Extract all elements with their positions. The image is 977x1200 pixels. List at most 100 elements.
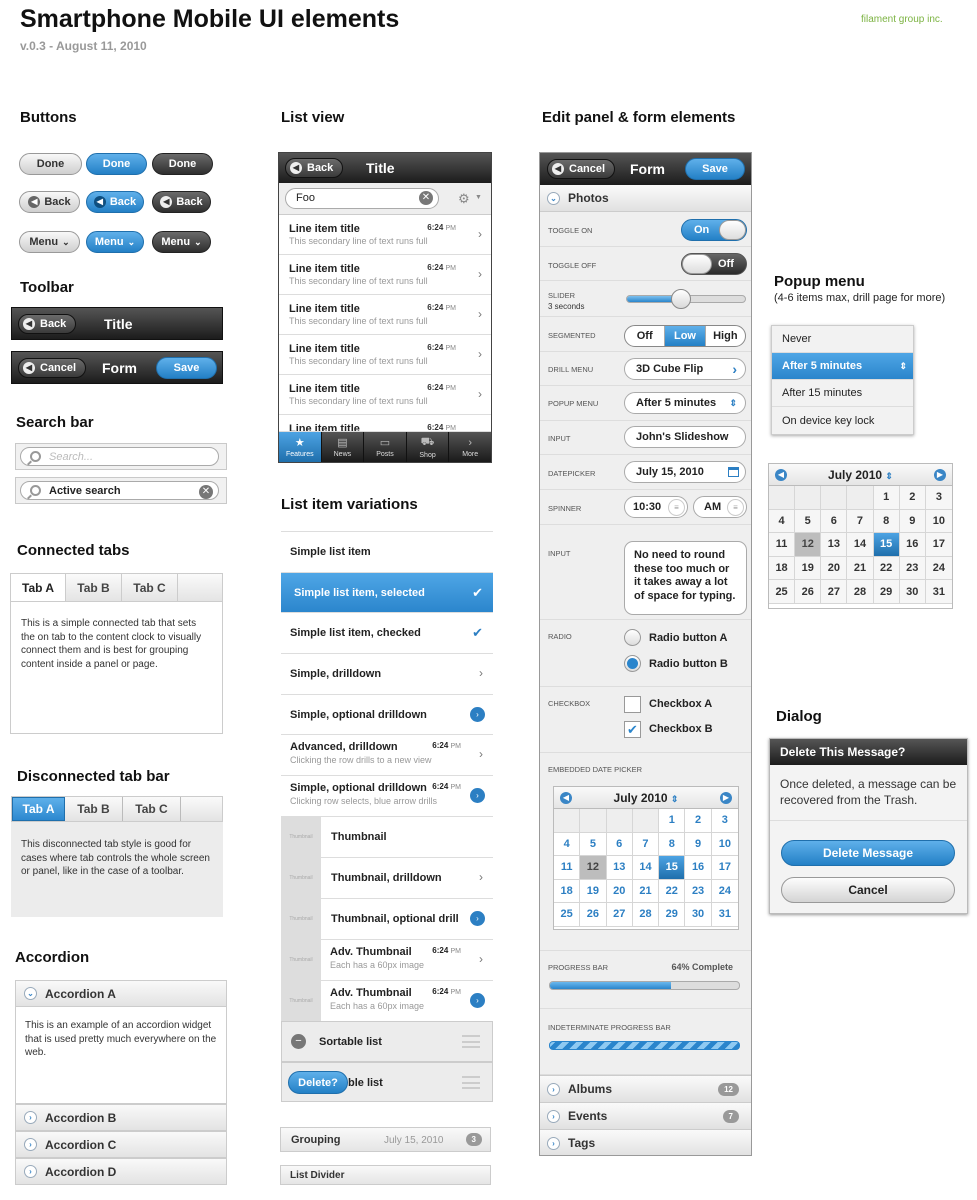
toolbar-cancel-button[interactable]: ◀ Cancel [18, 357, 87, 378]
form-save-button[interactable]: Save [685, 158, 745, 180]
calendar-day[interactable]: 5 [580, 832, 607, 856]
calendar-day[interactable]: 26 [580, 903, 607, 927]
calendar-day[interactable]: 20 [821, 556, 848, 581]
list-item[interactable]: Line item titleThis secondary line of te… [279, 255, 491, 295]
list-search-input[interactable]: Foo ✕ [285, 188, 439, 209]
calendar-day[interactable]: 6 [821, 509, 848, 534]
calendar-day[interactable]: 26 [795, 580, 822, 604]
blue-arrow-icon[interactable]: › [470, 788, 485, 803]
accordion-d-header[interactable]: › Accordion D [15, 1158, 227, 1185]
calendar-day[interactable]: 18 [554, 879, 581, 903]
clear-icon[interactable]: ✕ [419, 191, 433, 205]
tab-posts[interactable]: ▭ Posts [364, 432, 407, 462]
tab-features[interactable]: ★ Features [279, 432, 322, 462]
up-down-arrows-icon[interactable]: ⇕ [671, 794, 679, 804]
toolbar-save-button[interactable]: Save [156, 356, 217, 379]
done-button-blue[interactable]: Done [86, 153, 147, 175]
dtab-a[interactable]: Tab A [12, 797, 65, 821]
list-item-thumbnail[interactable]: Thumbnail Thumbnail [281, 816, 493, 857]
calendar-day[interactable]: 9 [899, 509, 926, 534]
prev-month-icon[interactable]: ◀ [775, 468, 787, 481]
accordion-b-header[interactable]: › Accordion B [15, 1104, 227, 1131]
calendar-day[interactable]: 27 [821, 580, 848, 604]
list-item-optional-drilldown-2[interactable]: Simple, optional drilldown Clicking row s… [281, 775, 493, 816]
calendar-day[interactable]: 28 [847, 580, 874, 604]
dtab-b[interactable]: Tab B [65, 797, 123, 821]
calendar-day[interactable]: 8 [659, 832, 686, 856]
calendar-day[interactable]: 27 [606, 903, 633, 927]
calendar-day[interactable]: 16 [899, 533, 926, 557]
popup-item-5min[interactable]: After 5 minutes ⇕ [772, 353, 913, 380]
calendar-day[interactable]: 24 [711, 879, 738, 903]
calendar-day[interactable]: 2 [899, 486, 926, 510]
tab-more[interactable]: › More [449, 432, 491, 462]
popup-item-keylock[interactable]: On device key lock [772, 407, 913, 434]
list-item-thumbnail-drilldown[interactable]: Thumbnail Thumbnail, drilldown › [281, 857, 493, 898]
calendar-day[interactable]: 13 [821, 533, 848, 557]
list-item[interactable]: Line item titleThis secondary line of te… [279, 215, 491, 255]
up-down-arrows-icon[interactable]: ⇕ [885, 471, 893, 481]
calendar-day[interactable]: 12 [580, 856, 607, 880]
photos-header[interactable]: ⌄ Photos [540, 185, 751, 212]
albums-row[interactable]: › Albums 12 [540, 1075, 751, 1102]
popup-item-never[interactable]: Never [772, 326, 913, 353]
calendar-day[interactable]: 31 [711, 903, 738, 927]
list-item-sortable[interactable]: − Sortable list [281, 1021, 493, 1062]
list-item-thumbnail-optional[interactable]: Thumbnail Thumbnail, optional drill › [281, 898, 493, 939]
calendar-day[interactable]: 15 [873, 533, 900, 557]
list-item-adv-thumbnail-2[interactable]: Thumbnail Adv. Thumbnail Each has a 60px i… [281, 980, 493, 1021]
prev-month-icon[interactable]: ◀ [560, 791, 572, 804]
tags-row[interactable]: › Tags [540, 1129, 751, 1155]
popup-menu-control[interactable]: After 5 minutes ⇕ [624, 392, 746, 414]
blue-arrow-icon[interactable]: › [470, 911, 485, 926]
calendar-day[interactable]: 1 [873, 486, 900, 510]
calendar-day[interactable]: 14 [847, 533, 874, 557]
menu-button-light[interactable]: Menu ⌄ [19, 231, 80, 253]
list-item-selected[interactable]: Simple list item, selected ✔ [281, 572, 493, 613]
textarea-input[interactable]: No need to round these too much or it ta… [624, 541, 747, 615]
calendar-day[interactable]: 16 [685, 856, 712, 880]
menu-button-dark[interactable]: Menu ⌄ [152, 231, 211, 253]
calendar-day[interactable]: 15 [659, 856, 686, 880]
back-button-blue[interactable]: ◀ Back [86, 191, 144, 213]
list-item-delete[interactable]: Delete? ble list [281, 1062, 493, 1102]
dialog-cancel-button[interactable]: Cancel [781, 877, 955, 903]
calendar-day[interactable]: 21 [847, 556, 874, 581]
spinner-handle-icon[interactable]: ≡ [668, 498, 685, 516]
calendar-day[interactable]: 13 [606, 856, 633, 880]
back-button-light[interactable]: ◀ Back [19, 191, 80, 213]
calendar-day[interactable]: 25 [554, 903, 581, 927]
segment-high[interactable]: High [706, 326, 745, 346]
calendar-day[interactable]: 28 [632, 903, 660, 927]
calendar-day[interactable]: 2 [685, 809, 712, 833]
calendar-day[interactable]: 19 [795, 556, 822, 581]
list-item-adv-thumbnail[interactable]: Thumbnail Adv. Thumbnail Each has a 60px i… [281, 939, 493, 980]
dtab-c[interactable]: Tab C [123, 797, 181, 821]
done-button-light[interactable]: Done [19, 153, 82, 175]
toolbar-back-button[interactable]: ◀ Back [18, 313, 77, 334]
spinner-handle-icon[interactable]: ≡ [727, 498, 744, 516]
minus-icon[interactable]: − [291, 1034, 306, 1049]
accordion-a-header[interactable]: ⌄ Accordion A [15, 980, 227, 1007]
drill-menu-control[interactable]: 3D Cube Flip › [624, 358, 746, 380]
calendar-day[interactable]: 11 [554, 856, 581, 880]
calendar-day[interactable]: 24 [925, 556, 952, 581]
toggle-off-switch[interactable]: Off [681, 253, 747, 275]
calendar-day[interactable]: 10 [925, 509, 952, 534]
delete-button[interactable]: Delete? [288, 1071, 348, 1094]
checkbox-b[interactable]: ✔ [624, 721, 641, 738]
calendar-day[interactable]: 11 [769, 533, 796, 557]
list-item-simple[interactable]: Simple list item [281, 531, 493, 572]
calendar-day[interactable]: 23 [685, 879, 712, 903]
calendar-day[interactable]: 25 [769, 580, 796, 604]
name-input[interactable]: John's Slideshow [624, 426, 746, 448]
calendar-day[interactable]: 1 [659, 809, 686, 833]
slider-thumb[interactable] [671, 289, 691, 309]
calendar-day[interactable]: 30 [685, 903, 712, 927]
calendar-day[interactable]: 9 [685, 832, 712, 856]
checkbox-a[interactable] [624, 696, 641, 713]
segment-off[interactable]: Off [625, 326, 666, 346]
calendar-day[interactable]: 12 [795, 533, 822, 557]
calendar-day[interactable]: 21 [632, 879, 660, 903]
tab-b[interactable]: Tab B [66, 574, 122, 601]
